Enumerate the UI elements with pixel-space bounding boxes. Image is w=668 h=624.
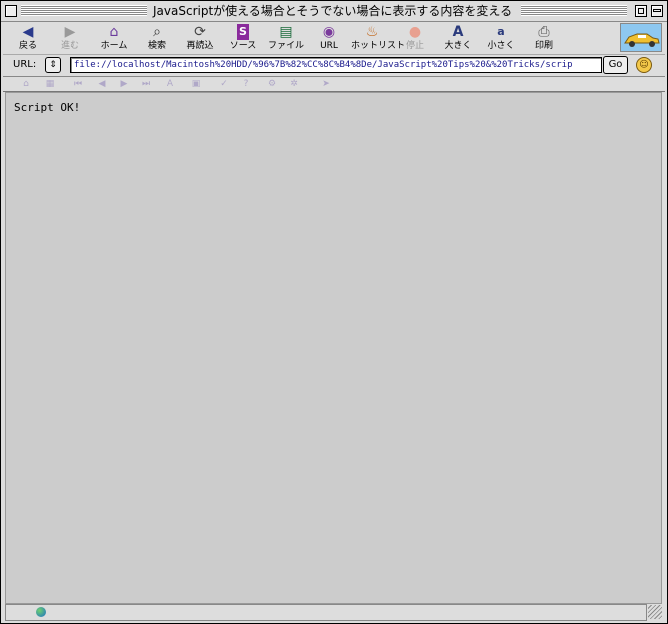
reload-label: 再読込 — [186, 41, 214, 51]
close-box-icon[interactable] — [5, 5, 17, 17]
hotlist-button[interactable]: ♨ ホットリスト — [351, 24, 406, 54]
forward-button[interactable]: ▶ 進む — [49, 24, 91, 54]
url-button[interactable]: ◉ URL — [308, 24, 350, 54]
car-logo-icon — [624, 33, 660, 47]
hotlist-icon: ♨ — [365, 24, 379, 40]
back-arrow-icon: ◀ — [22, 24, 34, 40]
fav-gear-icon[interactable]: ⚙ — [265, 78, 279, 90]
fav-rewind-icon[interactable]: ⏮ — [71, 78, 85, 90]
forward-arrow-icon: ▶ — [64, 24, 76, 40]
page-content: Script OK! — [5, 92, 662, 604]
search-label: 検索 — [147, 41, 166, 51]
print-icon: ⎙ — [538, 24, 550, 40]
browser-logo[interactable] — [620, 23, 662, 52]
reload-icon: ⟳ — [194, 24, 206, 40]
window-title: JavaScriptが使える場合とそうでない場合に表示する内容を変える — [149, 3, 517, 19]
fav-image-icon[interactable]: ▣ — [189, 78, 203, 90]
fav-bookmark-icon[interactable]: ➤ — [319, 78, 333, 90]
forward-label: 進む — [60, 41, 79, 51]
smiley-icon[interactable]: ☺ — [636, 57, 652, 73]
font-smaller-icon: a — [497, 25, 505, 38]
font-larger-icon: A — [452, 24, 464, 40]
fav-settings-icon[interactable]: ✲ — [287, 78, 301, 90]
fav-fastforward-icon[interactable]: ⏭ — [139, 78, 153, 90]
title-stripes-right — [521, 5, 627, 16]
browser-window: JavaScriptが使える場合とそうでない場合に表示する内容を変える ◀ 戻る… — [0, 0, 668, 624]
script-status-text: Script OK! — [14, 101, 81, 114]
home-icon: ⌂ — [109, 24, 119, 40]
address-bar: URL: ⇕ file://localhost/Macintosh%20HDD/… — [3, 55, 665, 77]
font-smaller-label: 小さく — [487, 41, 515, 51]
url-input[interactable]: file://localhost/Macintosh%20HDD/%96%7B%… — [70, 57, 602, 73]
url-label: URL — [320, 41, 338, 51]
search-icon: ⌕ — [153, 24, 161, 40]
fav-back-icon[interactable]: ◀ — [95, 78, 109, 90]
source-label: ソース — [229, 41, 257, 51]
home-label: ホーム — [100, 41, 128, 51]
title-stripes-left — [21, 5, 147, 16]
file-button[interactable]: ▤ ファイル — [265, 24, 307, 54]
font-smaller-button[interactable]: a 小さく — [480, 24, 522, 54]
source-icon: S — [237, 24, 249, 40]
file-label: ファイル — [267, 41, 304, 51]
font-larger-button[interactable]: A 大きく — [437, 24, 479, 54]
collapse-box-icon[interactable] — [651, 5, 663, 17]
print-button[interactable]: ⎙ 印刷 — [523, 24, 565, 54]
fav-grid-icon[interactable]: ▦ — [43, 78, 57, 90]
globe-icon[interactable] — [36, 607, 46, 617]
toolbar: ◀ 戻る ▶ 進む ⌂ ホーム ⌕ 検索 ⟳ 再読込 S ソース ▤ ファイル … — [3, 22, 665, 55]
home-button[interactable]: ⌂ ホーム — [93, 24, 135, 54]
print-label: 印刷 — [534, 41, 553, 51]
back-label: 戻る — [18, 41, 37, 51]
source-button[interactable]: S ソース — [222, 24, 264, 54]
url-field-label: URL: — [13, 59, 37, 70]
zoom-box-icon[interactable] — [635, 5, 647, 17]
reload-button[interactable]: ⟳ 再読込 — [179, 24, 221, 54]
file-icon: ▤ — [279, 24, 293, 40]
stop-button[interactable]: ● 停止 — [394, 24, 436, 54]
status-bar — [5, 604, 647, 621]
favorites-bar: ⌂ ▦ ⏮ ◀ ▶ ⏭ A ▣ ✓ ? ⚙ ✲ ➤ — [3, 77, 665, 92]
font-larger-label: 大きく — [444, 41, 472, 51]
fav-check-icon[interactable]: ✓ — [217, 78, 231, 90]
fav-forward-icon[interactable]: ▶ — [117, 78, 131, 90]
fav-home-icon[interactable]: ⌂ — [19, 78, 33, 90]
url-history-stepper[interactable]: ⇕ — [45, 57, 61, 73]
stop-label: 停止 — [405, 41, 424, 51]
fav-font-icon[interactable]: A — [163, 78, 177, 90]
go-button[interactable]: Go — [603, 56, 628, 74]
resize-grip[interactable] — [648, 605, 662, 619]
search-button[interactable]: ⌕ 検索 — [136, 24, 178, 54]
back-button[interactable]: ◀ 戻る — [7, 24, 49, 54]
hotlist-label: ホットリスト — [351, 41, 406, 51]
fav-help-icon[interactable]: ? — [239, 78, 253, 90]
title-bar[interactable]: JavaScriptが使える場合とそうでない場合に表示する内容を変える — [1, 1, 667, 22]
url-globe-icon: ◉ — [322, 24, 336, 40]
stop-icon: ● — [408, 24, 422, 40]
